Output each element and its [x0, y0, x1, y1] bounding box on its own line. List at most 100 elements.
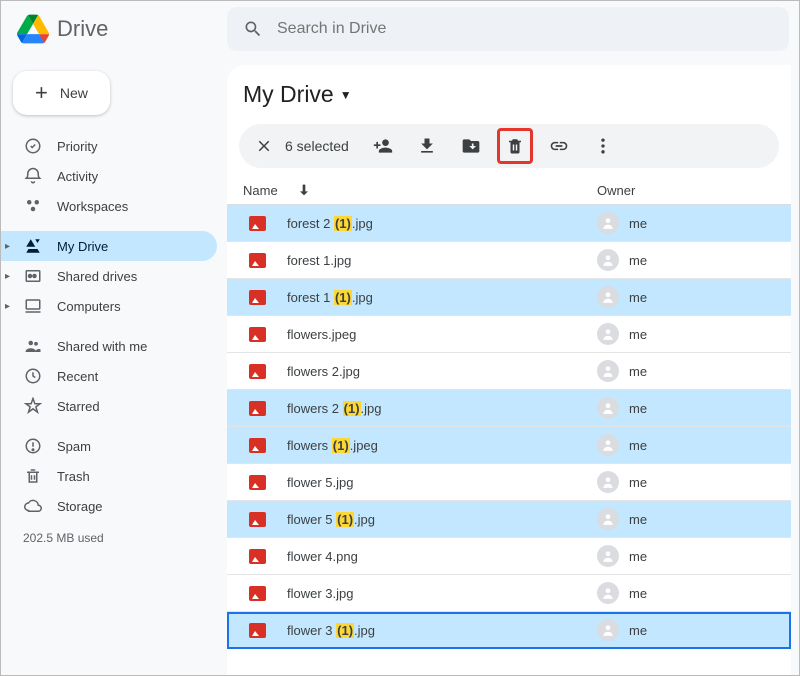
file-thumb [227, 290, 287, 305]
close-icon [255, 137, 273, 155]
file-owner: me [597, 582, 791, 604]
download-button[interactable] [409, 128, 445, 164]
storage-icon [23, 497, 43, 515]
image-file-icon [249, 549, 266, 564]
column-owner[interactable]: Owner [597, 183, 775, 198]
image-file-icon [249, 216, 266, 231]
sort-arrow-icon [296, 182, 312, 198]
sidebar-item-label: Shared with me [57, 339, 147, 354]
delete-button[interactable] [497, 128, 533, 164]
sidebar-item-label: Spam [57, 439, 91, 454]
file-row[interactable]: flower 5 (1).jpgme [227, 501, 791, 538]
file-thumb [227, 512, 287, 527]
image-file-icon [249, 401, 266, 416]
search-icon [243, 19, 263, 39]
file-name: flowers.jpeg [287, 327, 597, 342]
image-file-icon [249, 512, 266, 527]
file-thumb [227, 364, 287, 379]
file-owner: me [597, 360, 791, 382]
file-row[interactable]: forest 2 (1).jpgme [227, 205, 791, 242]
move-button[interactable] [453, 128, 489, 164]
more-button[interactable] [585, 128, 621, 164]
column-name-label: Name [243, 183, 278, 198]
owner-avatar-icon [597, 360, 619, 382]
file-row[interactable]: flower 3.jpgme [227, 575, 791, 612]
file-name: flowers 2 (1).jpg [287, 401, 597, 416]
file-row[interactable]: forest 1 (1).jpgme [227, 279, 791, 316]
image-file-icon [249, 327, 266, 342]
storage-used-text: 202.5 MB used [1, 521, 227, 545]
recent-icon [23, 367, 43, 385]
clear-selection-button[interactable] [251, 137, 277, 155]
sidebar-item-spam[interactable]: Spam [1, 431, 217, 461]
new-button[interactable]: + New [13, 71, 110, 115]
sidebar-item-label: My Drive [57, 239, 108, 254]
sidebar-item-shared[interactable]: Shared with me [1, 331, 217, 361]
file-name: flowers 2.jpg [287, 364, 597, 379]
file-name: forest 2 (1).jpg [287, 216, 597, 231]
dropdown-caret-icon: ▼ [340, 88, 352, 102]
sidebar-item-label: Computers [57, 299, 121, 314]
file-owner: me [597, 323, 791, 345]
file-name: flower 5 (1).jpg [287, 512, 597, 527]
top-bar: Drive [1, 1, 799, 57]
download-icon [417, 136, 437, 156]
new-button-label: New [60, 85, 88, 101]
share-button[interactable] [365, 128, 401, 164]
sidebar-item-computers[interactable]: ▸ Computers [1, 291, 217, 321]
expand-caret-icon[interactable]: ▸ [5, 241, 10, 252]
expand-caret-icon[interactable]: ▸ [5, 301, 10, 312]
sidebar-item-label: Priority [57, 139, 97, 154]
file-row[interactable]: forest 1.jpgme [227, 242, 791, 279]
link-button[interactable] [541, 128, 577, 164]
sidebar-item-label: Storage [57, 499, 103, 514]
file-row[interactable]: flower 4.pngme [227, 538, 791, 575]
column-headers: Name Owner [227, 176, 791, 205]
file-owner: me [597, 434, 791, 456]
image-file-icon [249, 364, 266, 379]
file-row[interactable]: flowers.jpegme [227, 316, 791, 353]
sidebar-item-label: Recent [57, 369, 98, 384]
sidebar-item-shareddrives[interactable]: ▸Shared drives [1, 261, 217, 291]
file-row[interactable]: flower 5.jpgme [227, 464, 791, 501]
sidebar-item-mydrive[interactable]: ▸ My Drive [1, 231, 217, 261]
sidebar-item-storage[interactable]: Storage [1, 491, 217, 521]
sidebar-item-recent[interactable]: Recent [1, 361, 217, 391]
sidebar-item-workspaces[interactable]: Workspaces [1, 191, 217, 221]
more-vert-icon [593, 136, 613, 156]
sidebar-item-starred[interactable]: Starred [1, 391, 217, 421]
file-row[interactable]: flowers 2.jpgme [227, 353, 791, 390]
expand-caret-icon[interactable]: ▸ [5, 271, 10, 282]
plus-icon: + [35, 86, 48, 100]
file-row[interactable]: flower 3 (1).jpgme [227, 612, 791, 649]
trash-icon [23, 467, 43, 485]
file-owner: me [597, 508, 791, 530]
owner-avatar-icon [597, 471, 619, 493]
file-thumb [227, 401, 287, 416]
file-row[interactable]: flowers (1).jpegme [227, 427, 791, 464]
sidebar: + New Priority ActivityWorkspaces ▸ My Driv… [1, 57, 227, 675]
mydrive-icon [23, 237, 43, 255]
column-name[interactable]: Name [243, 182, 597, 198]
file-name: flower 4.png [287, 549, 597, 564]
person-add-icon [373, 136, 393, 156]
image-file-icon [249, 586, 266, 601]
sidebar-item-trash[interactable]: Trash [1, 461, 217, 491]
search-bar[interactable] [227, 7, 789, 51]
search-input[interactable] [277, 20, 773, 38]
file-owner: me [597, 212, 791, 234]
page-title[interactable]: My Drive ▼ [227, 65, 791, 124]
file-row[interactable]: flowers 2 (1).jpgme [227, 390, 791, 427]
owner-avatar-icon [597, 286, 619, 308]
sidebar-item-priority[interactable]: Priority [1, 131, 217, 161]
sidebar-item-activity[interactable]: Activity [1, 161, 217, 191]
owner-avatar-icon [597, 249, 619, 271]
owner-avatar-icon [597, 619, 619, 641]
shared-icon [23, 337, 43, 355]
logo-area[interactable]: Drive [11, 13, 227, 45]
owner-avatar-icon [597, 397, 619, 419]
image-file-icon [249, 623, 266, 638]
file-thumb [227, 327, 287, 342]
link-icon [549, 136, 569, 156]
page-title-label: My Drive [243, 81, 334, 108]
